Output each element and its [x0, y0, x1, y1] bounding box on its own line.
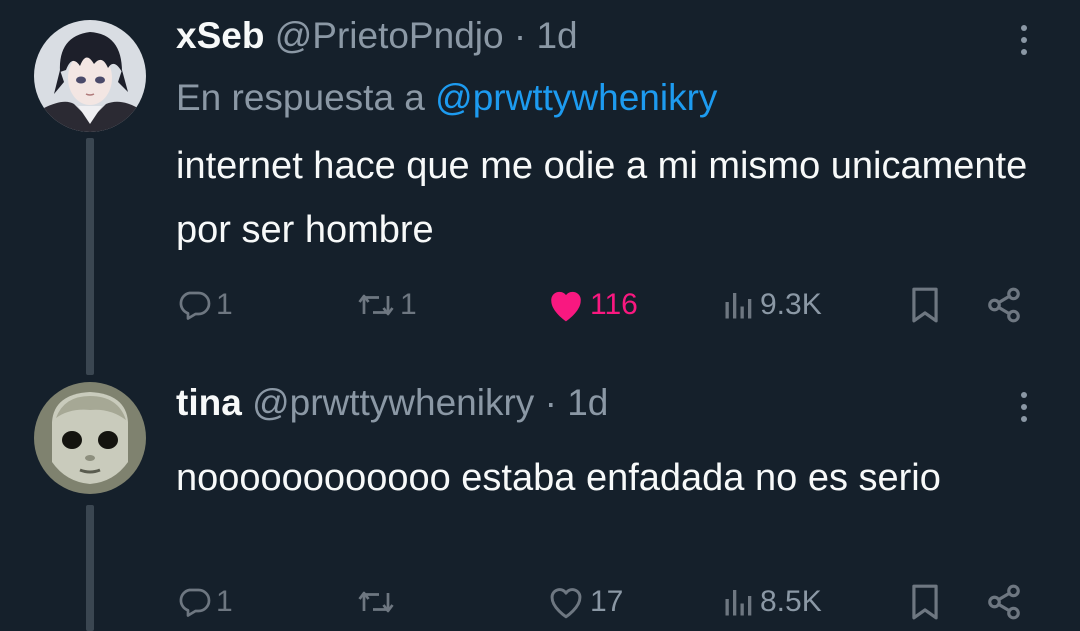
timestamp[interactable]: 1d: [567, 382, 608, 423]
anime-boy-avatar-icon: [34, 20, 146, 132]
tweet-header: xSeb @PrietoPndjo · 1d: [176, 14, 578, 58]
retweet-icon: [358, 591, 394, 613]
views-count: 9.3K: [760, 288, 822, 321]
heart-icon: [550, 588, 582, 619]
tweet-text: internet hace que me odie a mi mismo uni…: [176, 145, 1028, 251]
retweet-button[interactable]: 1: [356, 283, 417, 327]
views-button[interactable]: 9.3K: [722, 283, 822, 327]
retweet-count: 1: [400, 288, 417, 321]
reply-context: En respuesta a @prwttywhenikry: [176, 76, 717, 120]
reply-mention-link[interactable]: @prwttywhenikry: [435, 77, 717, 118]
bookmark-button[interactable]: [908, 580, 942, 624]
tweet[interactable]: xSeb @PrietoPndjo · 1d En respuesta a @p…: [0, 0, 1080, 375]
bookmark-icon: [912, 287, 938, 323]
retweet-icon: [358, 294, 394, 316]
more-options-icon[interactable]: [1012, 18, 1036, 62]
handle[interactable]: @PrietoPndjo: [275, 15, 504, 56]
handle[interactable]: @prwttywhenikry: [252, 382, 534, 423]
separator: ·: [544, 382, 557, 423]
share-icon: [988, 287, 1020, 323]
doll-face-avatar-icon: [34, 382, 146, 494]
bookmark-button[interactable]: [908, 283, 942, 327]
more-options-icon[interactable]: [1012, 385, 1036, 429]
separator: ·: [513, 15, 527, 56]
reply-count: 1: [216, 288, 233, 321]
tweet-header: tina @prwttywhenikry · 1d: [176, 381, 608, 425]
avatar[interactable]: [34, 20, 146, 132]
action-bar: 1 17 8.5K: [0, 580, 1080, 624]
tweet-text: noooooooooooo estaba enfadada no es seri…: [176, 457, 941, 499]
like-button[interactable]: 17: [546, 580, 623, 624]
heart-filled-icon: [551, 291, 581, 322]
reply-button[interactable]: 1: [176, 580, 233, 624]
share-button[interactable]: [985, 580, 1023, 624]
reply-icon: [179, 291, 211, 320]
views-count: 8.5K: [760, 585, 822, 618]
views-button[interactable]: 8.5K: [722, 580, 822, 624]
views-chart-icon: [725, 590, 752, 616]
display-name[interactable]: xSeb: [176, 15, 264, 56]
reply-count: 1: [216, 585, 233, 618]
bookmark-icon: [912, 584, 938, 620]
reply-prefix: En respuesta a: [176, 77, 425, 118]
reply-icon: [179, 588, 211, 617]
views-chart-icon: [725, 293, 752, 319]
like-count: 17: [590, 585, 624, 618]
reply-button[interactable]: 1: [176, 283, 233, 327]
action-bar: 1 1 116 9.3K: [0, 283, 1080, 327]
retweet-button[interactable]: [356, 580, 400, 624]
display-name[interactable]: tina: [176, 382, 242, 423]
timestamp[interactable]: 1d: [536, 15, 577, 56]
share-icon: [988, 584, 1020, 620]
thread-line: [86, 138, 94, 375]
tweet[interactable]: tina @prwttywhenikry · 1d noooooooooooo …: [0, 375, 1080, 631]
like-count: 116: [590, 288, 638, 321]
avatar[interactable]: [34, 382, 146, 494]
like-button[interactable]: 116: [546, 283, 638, 327]
share-button[interactable]: [985, 283, 1023, 327]
